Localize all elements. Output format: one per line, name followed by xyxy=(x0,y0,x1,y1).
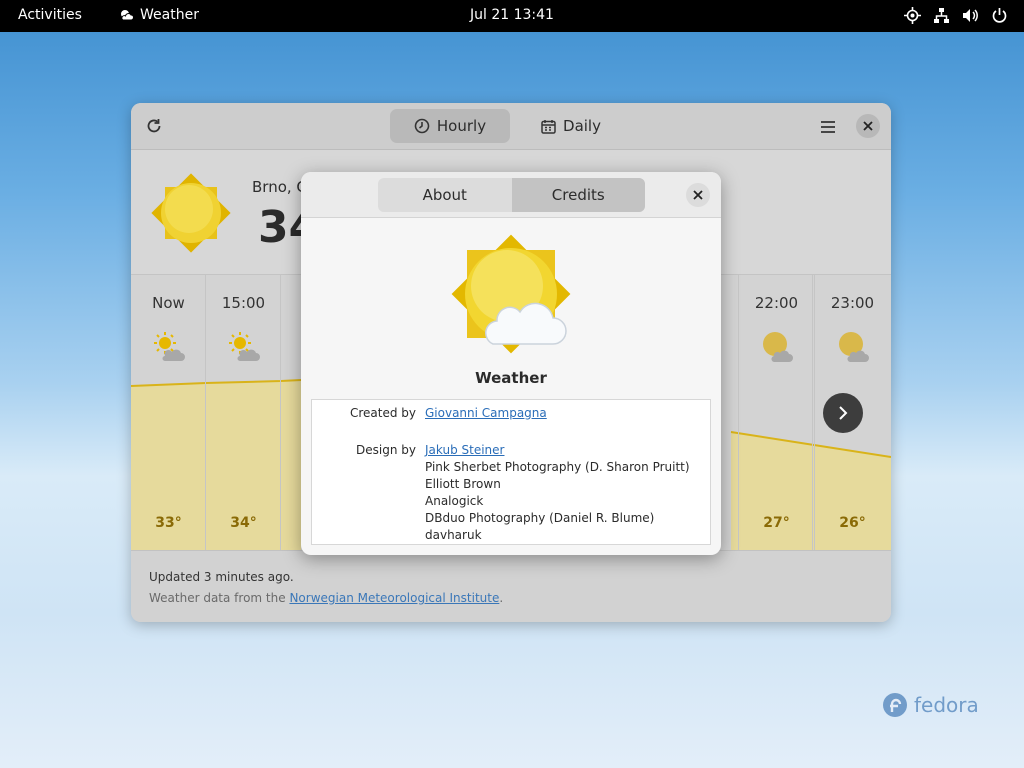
dialog-header: About Credits xyxy=(301,172,721,218)
tab-credits[interactable]: Credits xyxy=(511,178,645,212)
design-by-label: Design by xyxy=(356,443,416,457)
top-bar: Activities Weather Jul 21 13:41 xyxy=(0,0,1024,32)
designer-link[interactable]: Jakub Steiner xyxy=(425,443,504,457)
scroll-next-button[interactable] xyxy=(823,393,863,433)
moon-cloud-icon xyxy=(763,332,793,363)
designer-name: DBduo Photography (Daniel R. Blume) xyxy=(425,511,655,525)
dialog-close-button[interactable] xyxy=(686,183,710,207)
close-icon xyxy=(863,121,873,131)
close-icon xyxy=(693,190,703,200)
hour-temp: 26° xyxy=(839,515,866,531)
city-name: Brno, C xyxy=(252,178,307,196)
met-institute-link[interactable]: Norwegian Meteorological Institute xyxy=(289,591,499,605)
clock-icon xyxy=(414,118,430,134)
weather-app-logo xyxy=(451,234,571,354)
designer-name: Elliott Brown xyxy=(425,477,501,491)
tab-hourly-label: Hourly xyxy=(436,117,487,135)
data-source-prefix: Weather data from the xyxy=(149,591,290,605)
author-link[interactable]: Giovanni Campagna xyxy=(425,406,547,420)
location-icon[interactable] xyxy=(904,7,921,24)
data-source-suffix: . xyxy=(499,591,504,605)
hour-time: 22:00 xyxy=(754,294,799,312)
fedora-logo: fedora xyxy=(882,692,979,718)
sun-icon xyxy=(151,173,231,253)
dialog-app-name: Weather xyxy=(475,369,547,387)
fedora-wordmark: fedora xyxy=(914,693,979,717)
designer-name: davharuk xyxy=(425,528,482,542)
credits-list: Created by Giovanni Campagna Design by J… xyxy=(311,399,711,545)
tab-daily-label: Daily xyxy=(563,117,601,135)
calendar-icon xyxy=(541,119,556,134)
hour-column: 22:00 27° xyxy=(738,275,813,551)
refresh-button[interactable] xyxy=(143,115,165,137)
created-by-label: Created by xyxy=(349,406,416,420)
about-dialog: About Credits Weather Created by Giovann… xyxy=(301,172,721,555)
hour-divider xyxy=(206,275,281,551)
moon-cloud-icon xyxy=(839,332,869,363)
system-tray[interactable] xyxy=(904,7,1008,24)
designer-name: Pink Sherbet Photography (D. Sharon Prui… xyxy=(425,460,690,474)
volume-icon[interactable] xyxy=(962,7,979,24)
chevron-right-icon xyxy=(839,406,848,420)
network-icon[interactable] xyxy=(933,7,950,24)
hour-column: Now 33° xyxy=(131,275,206,551)
hour-temp: 33° xyxy=(155,515,182,531)
main-menu-button[interactable] xyxy=(817,116,839,138)
dialog-view-switcher: About Credits xyxy=(378,178,645,212)
power-icon[interactable] xyxy=(991,7,1008,24)
updated-status: Updated 3 minutes ago. xyxy=(149,570,294,584)
fedora-icon xyxy=(883,693,907,717)
data-source: Weather data from the Norwegian Meteorol… xyxy=(149,591,503,605)
hour-time: 23:00 xyxy=(830,294,875,312)
hour-time: Now xyxy=(152,294,185,312)
tab-about[interactable]: About xyxy=(378,178,512,212)
hamburger-icon xyxy=(821,121,835,133)
clock[interactable]: Jul 21 13:41 xyxy=(0,7,1024,23)
window-footer: Updated 3 minutes ago. Weather data from… xyxy=(131,550,891,622)
hour-temp: 27° xyxy=(763,515,790,531)
refresh-icon xyxy=(147,119,161,133)
tab-hourly[interactable]: Hourly xyxy=(390,109,510,143)
tab-daily[interactable]: Daily xyxy=(532,109,610,143)
sun-cloud-icon xyxy=(154,332,185,361)
window-close-button[interactable] xyxy=(856,114,880,138)
designer-name: Analogick xyxy=(425,494,484,508)
window-header: Hourly Daily xyxy=(131,103,891,150)
